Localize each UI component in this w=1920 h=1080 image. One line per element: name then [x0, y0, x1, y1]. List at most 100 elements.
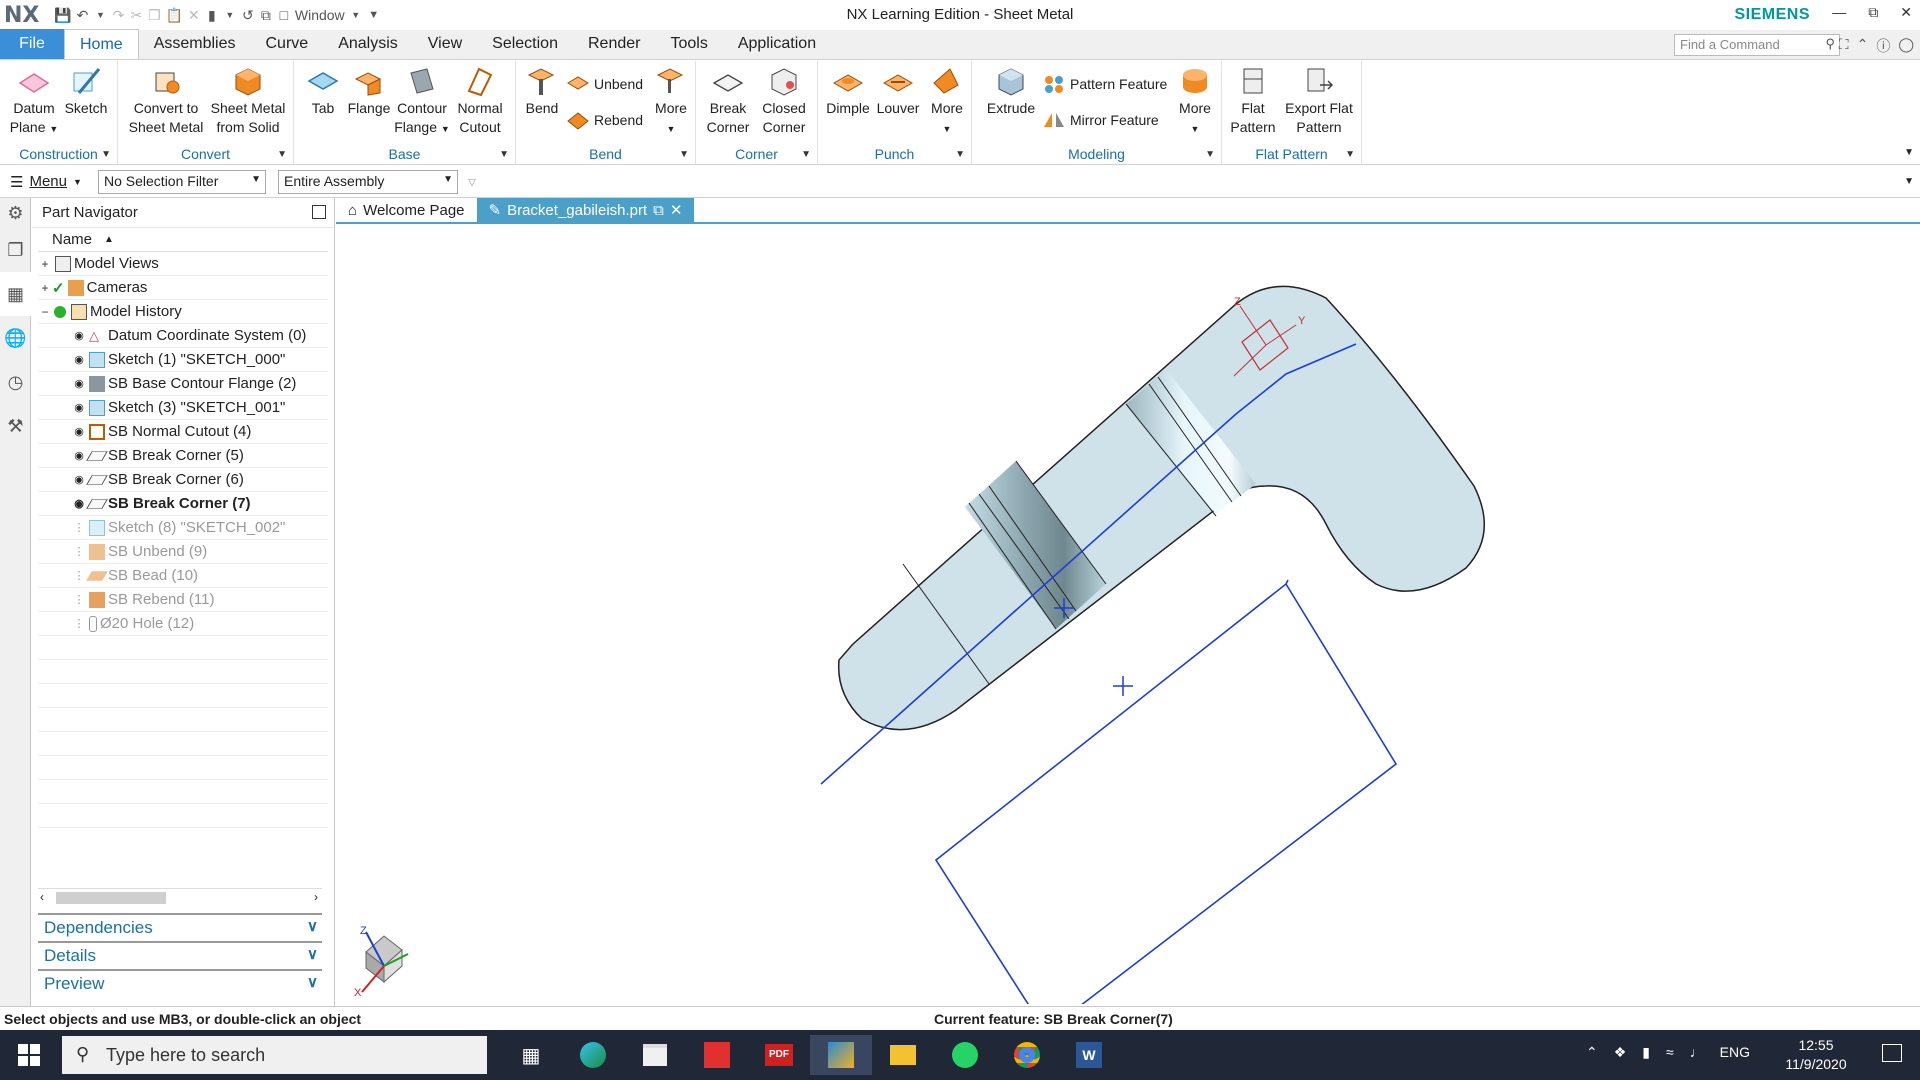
restore-icon[interactable]: ⧉ [1868, 4, 1878, 21]
fullscreen-icon[interactable]: ⛶ [1839, 36, 1849, 56]
copy-icon[interactable]: ❐ [147, 7, 161, 24]
tab-home[interactable]: Home [64, 29, 139, 59]
tree-row-feature[interactable]: ◉ SB Base Contour Flange (2) [38, 372, 328, 396]
tree-row-feature[interactable]: ◉ SB Normal Cutout (4) [38, 420, 328, 444]
tab-render[interactable]: Render [573, 29, 655, 59]
bracket-body[interactable] [837, 285, 1485, 731]
base-dropdown-icon[interactable]: ▼ [499, 149, 509, 160]
tab-curve[interactable]: Curve [251, 29, 324, 59]
wifi-icon[interactable]: ≈ [1666, 1044, 1674, 1061]
gift-app-icon[interactable] [686, 1035, 748, 1075]
suppressed-icon[interactable]: ⋮ [72, 593, 86, 606]
flat-pattern-dropdown-icon[interactable]: ▼ [1345, 149, 1355, 160]
window-menu-icon[interactable]: □ [277, 7, 291, 23]
dimple-button[interactable]: Dimple [824, 65, 872, 118]
closed-corner-button[interactable]: Closed Corner [756, 65, 812, 137]
flat-pattern-button[interactable]: Flat Pattern [1228, 65, 1278, 137]
tree-row-feature[interactable]: ◉ SB Break Corner (5) [38, 444, 328, 468]
unbend-button[interactable]: Unbend [566, 73, 643, 95]
touch-mode-icon[interactable]: ▮ [205, 7, 219, 24]
punch-more-button[interactable]: More ▼ [926, 65, 968, 139]
word-icon[interactable]: W [1058, 1035, 1120, 1075]
suppressed-icon[interactable]: ⋮ [72, 521, 86, 534]
close-part-icon[interactable]: ◯ [1898, 36, 1914, 56]
paste-icon[interactable]: 📋 [165, 7, 182, 24]
minimize-icon[interactable]: — [1832, 4, 1846, 21]
chevron-up-icon[interactable]: ⌃ [1586, 1044, 1598, 1061]
expand-icon[interactable]: + [38, 281, 52, 295]
taskbar-search-input[interactable]: ⚲ Type here to search [62, 1036, 487, 1074]
tree-row-feature[interactable]: ⋮ SB Bead (10) [38, 564, 328, 588]
task-view-icon[interactable]: ▦ [500, 1035, 562, 1075]
tree-row-feature[interactable]: ◉ Sketch (3) "SKETCH_001" [38, 396, 328, 420]
pattern-feature-button[interactable]: Pattern Feature [1042, 73, 1167, 95]
save-icon[interactable]: 💾 [54, 7, 71, 24]
volume-icon[interactable]: ♩ [1690, 1044, 1704, 1061]
tree-row-feature[interactable]: ◉ △ Datum Coordinate System (0) [38, 324, 328, 348]
louver-button[interactable]: Louver [874, 65, 922, 118]
history-icon[interactable]: ◷ [0, 360, 31, 404]
sheet-metal-from-solid-button[interactable]: Sheet Metal from Solid [208, 65, 288, 137]
help-icon[interactable]: ⓘ [1876, 36, 1890, 56]
suppressed-icon[interactable]: ⋮ [72, 545, 86, 558]
ribbon-options-icon[interactable]: ▼ [1904, 147, 1914, 158]
tree-row-feature[interactable]: ◉ SB Break Corner (6) [38, 468, 328, 492]
whatsapp-icon[interactable] [934, 1035, 996, 1075]
preview-panel[interactable]: Preview ∨ [38, 969, 322, 995]
break-corner-button[interactable]: Break Corner [702, 65, 754, 137]
collapse-icon[interactable]: − [38, 305, 52, 319]
edge-browser-icon[interactable] [562, 1035, 624, 1075]
nx-app-icon[interactable] [810, 1035, 872, 1075]
details-panel[interactable]: Details ∨ [38, 941, 322, 967]
tree-row-current-feature[interactable]: ◉ SB Break Corner (7) [38, 492, 328, 516]
tree-row-feature[interactable]: ⋮ SB Unbend (9) [38, 540, 328, 564]
rebend-button[interactable]: Rebend [566, 109, 643, 131]
resource-settings-icon[interactable]: ⚙ [0, 198, 31, 228]
window-dropdown-icon[interactable]: ▼ [349, 10, 363, 20]
file-explorer-icon[interactable] [872, 1035, 934, 1075]
undo-dropdown-icon[interactable]: ▼ [93, 10, 107, 20]
tree-row-feature[interactable]: ⋮ SB Rebend (11) [38, 588, 328, 612]
tab-view[interactable]: View [413, 29, 477, 59]
modeling-more-button[interactable]: More ▼ [1174, 65, 1216, 139]
chrome-icon[interactable] [996, 1035, 1058, 1075]
flange-button[interactable]: Flange [346, 65, 392, 118]
corner-dropdown-icon[interactable]: ▼ [801, 149, 811, 160]
tree-row-cameras[interactable]: + ✓ Cameras [38, 276, 328, 300]
export-flat-pattern-button[interactable]: Export Flat Pattern [1280, 65, 1358, 137]
store-icon[interactable] [624, 1035, 686, 1075]
windows-start-icon[interactable] [18, 1044, 40, 1066]
tree-row-model-views[interactable]: + Model Views [38, 252, 328, 276]
touch-dropdown-icon[interactable]: ▼ [223, 10, 237, 20]
construction-dropdown-icon[interactable]: ▼ [101, 149, 111, 160]
expand-icon[interactable]: + [38, 257, 52, 271]
filter-icon[interactable]: ▿ [468, 172, 476, 192]
convert-dropdown-icon[interactable]: ▼ [277, 149, 287, 160]
scroll-left-icon[interactable]: ‹ [40, 890, 44, 904]
eye-icon[interactable]: ◉ [72, 425, 86, 438]
tree-row-model-history[interactable]: − Model History [38, 300, 328, 324]
eye-icon[interactable]: ◉ [72, 497, 86, 510]
delete-icon[interactable]: ✕ [187, 7, 201, 24]
bend-button[interactable]: Bend [522, 65, 562, 118]
view-triad[interactable]: Z X [354, 925, 409, 999]
tab-welcome-page[interactable]: ⌂ Welcome Page [336, 198, 477, 222]
undo-icon[interactable]: ↶ [75, 7, 89, 24]
scroll-right-icon[interactable]: › [314, 890, 318, 904]
datum-plane-button[interactable]: Datum Plane ▼ [8, 65, 60, 139]
dependencies-panel[interactable]: Dependencies ∨ [38, 913, 322, 939]
horizontal-scrollbar[interactable]: ‹ › [38, 888, 322, 906]
close-tab-icon[interactable]: ✕ [670, 201, 683, 219]
tab-file[interactable]: File [0, 29, 64, 59]
assembly-navigator-icon[interactable]: ❐ [0, 228, 31, 272]
tab-assemblies[interactable]: Assemblies [139, 29, 251, 59]
eye-icon[interactable]: ◉ [72, 473, 86, 486]
contour-flange-button[interactable]: Contour Flange ▼ [394, 65, 450, 139]
undock-icon[interactable]: ⧉ [653, 202, 664, 219]
suppressed-icon[interactable]: ⋮ [72, 569, 86, 582]
3d-viewport[interactable]: Z Y Z X [336, 224, 1920, 1004]
eye-icon[interactable]: ◉ [72, 449, 86, 462]
punch-dropdown-icon[interactable]: ▼ [955, 149, 965, 160]
eye-icon[interactable]: ◉ [72, 329, 86, 342]
menu-button[interactable]: ☰ Menu ▼ [10, 173, 90, 191]
